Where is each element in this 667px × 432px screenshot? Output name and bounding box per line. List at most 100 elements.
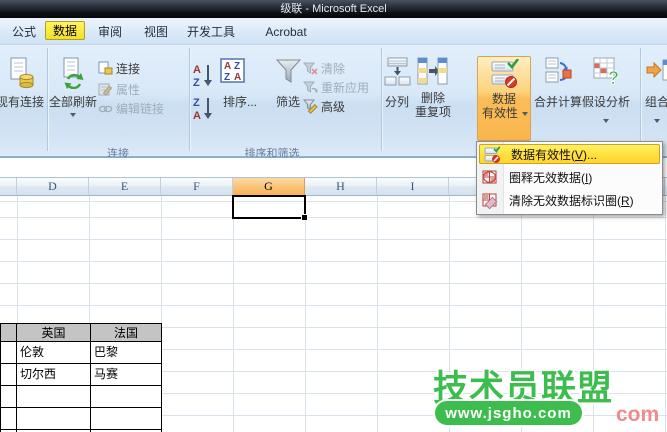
tab-developer[interactable]: 开发工具 [182, 23, 240, 41]
remove-duplicates-icon [417, 57, 448, 85]
edit-links-button[interactable]: 编辑链接 [98, 100, 164, 116]
sort-descending-icon[interactable]: Z A [191, 95, 215, 120]
text-to-columns-button[interactable]: 分列 [385, 96, 409, 109]
data-validation-label-line2: 有效性 [481, 106, 518, 120]
tab-view[interactable]: 视图 [138, 23, 174, 41]
table-row [0, 408, 162, 430]
table-header-uk[interactable]: 英国 [16, 323, 90, 342]
column-header-f[interactable]: F [161, 178, 233, 195]
watermark-ghost-text: com [616, 403, 660, 426]
table-row [0, 386, 162, 408]
group-separator [640, 48, 642, 151]
table-cell[interactable] [0, 364, 16, 386]
table-row: 伦敦 巴黎 [0, 342, 162, 364]
reapply-filter-icon [303, 81, 318, 93]
svg-text:A: A [234, 72, 241, 83]
data-validation-dropdown-arrow[interactable] [522, 112, 528, 116]
table-header-cell[interactable] [0, 323, 16, 342]
menu-item-clear-validation-circles[interactable]: 清除无效数据标识圈(R) [478, 189, 661, 212]
data-validation-menu: 数据有效性(V)... 圈释无效数据(I) 清除无效数据标识圈(R) [476, 141, 663, 215]
reapply-filter-label: 重新应用 [321, 80, 370, 95]
edit-links-icon [98, 105, 113, 112]
excel-window: 级联 - Microsoft Excel 公式 数据 审阅 视图 开发工具 Ac… [0, 0, 667, 432]
menu-item-data-validation[interactable]: 数据有效性(V)... [479, 144, 660, 164]
group-dropdown-arrow[interactable] [654, 119, 660, 123]
reapply-filter-button[interactable]: 重新应用 [303, 79, 369, 95]
text-to-columns-icon [384, 57, 411, 86]
advanced-filter-label: 高级 [321, 99, 346, 114]
properties-label: 属性 [116, 82, 141, 97]
consolidate-icon [545, 57, 572, 83]
table-cell[interactable]: 切尔西 [16, 364, 90, 386]
tab-formulas[interactable]: 公式 [6, 23, 42, 41]
remove-duplicates-button[interactable]: 删除 [420, 92, 446, 105]
what-if-analysis-button[interactable]: 假设分析 [581, 96, 631, 109]
table-row: 切尔西 马赛 [0, 364, 162, 386]
tab-acrobat[interactable]: Acrobat [258, 23, 314, 41]
table-cell[interactable]: 马赛 [90, 364, 162, 386]
filter-button[interactable]: 筛选 [276, 96, 300, 109]
data-validation-label-line1: 数据 [491, 92, 516, 106]
circle-invalid-data-icon [482, 170, 497, 184]
table-cell[interactable] [16, 408, 90, 430]
column-header-d[interactable]: D [17, 178, 89, 195]
table-cell[interactable]: 伦敦 [16, 342, 90, 364]
svg-text:A: A [193, 64, 201, 76]
group-button[interactable]: 组合 [644, 96, 667, 109]
advanced-filter-icon [303, 99, 318, 114]
svg-text:Z: Z [224, 72, 230, 83]
connections-icon [98, 61, 113, 74]
consolidate-button[interactable]: 合并计算 [533, 96, 583, 109]
svg-text:A: A [193, 110, 201, 120]
svg-text:Z: Z [193, 77, 200, 87]
connections-label: 连接 [116, 61, 141, 76]
table-cell[interactable] [0, 342, 16, 364]
column-header-partial[interactable] [0, 178, 17, 195]
sort-button[interactable]: 排序... [214, 96, 266, 109]
column-header-i[interactable]: I [377, 178, 449, 195]
properties-icon [98, 83, 113, 96]
menu-item-circle-invalid-data[interactable]: 圈释无效数据(I) [478, 166, 661, 189]
what-if-analysis-icon: ? [593, 57, 619, 86]
refresh-all-dropdown-arrow[interactable] [70, 113, 76, 117]
menu-item-label: 数据有效性(V)... [511, 147, 598, 162]
remove-duplicates-button-line2[interactable]: 重复项 [414, 106, 452, 119]
table-header-row: 英国 法国 [0, 323, 162, 342]
filter-funnel-icon [275, 59, 302, 83]
data-table: 英国 法国 伦敦 巴黎 切尔西 马赛 [0, 323, 162, 432]
table-cell[interactable] [0, 408, 16, 430]
existing-connections-icon [10, 57, 34, 89]
table-cell[interactable] [16, 386, 90, 408]
table-header-france[interactable]: 法国 [90, 323, 162, 342]
data-validation-button[interactable]: 数据 有效性 [477, 56, 531, 141]
data-validation-icon [491, 59, 519, 88]
ribbon-tab-row: 公式 数据 审阅 视图 开发工具 Acrobat [0, 18, 667, 45]
group-separator [381, 48, 383, 151]
data-validation-menu-icon [484, 145, 501, 163]
clear-filter-button[interactable]: 清除 [303, 60, 345, 76]
table-cell[interactable] [90, 408, 162, 430]
advanced-filter-button[interactable]: 高级 [303, 98, 345, 114]
selected-cell[interactable] [232, 195, 308, 221]
tab-data[interactable]: 数据 [45, 21, 85, 40]
sort-ascending-icon[interactable]: A Z [191, 62, 215, 87]
column-header-h[interactable]: H [305, 178, 377, 195]
what-if-dropdown-arrow[interactable] [603, 119, 609, 123]
svg-text:?: ? [608, 68, 619, 86]
sort-dialog-icon: A Z Z A [220, 58, 245, 83]
edit-links-label: 编辑链接 [116, 101, 165, 116]
fill-handle[interactable] [301, 214, 308, 221]
column-header-e[interactable]: E [89, 178, 161, 195]
existing-connections-button[interactable]: 现有连接 [0, 96, 56, 109]
refresh-all-button[interactable]: 全部刷新 [49, 96, 97, 109]
connections-button[interactable]: 连接 [98, 60, 140, 76]
menu-item-label: 圈释无效数据(I) [509, 171, 593, 185]
column-header-g-selected[interactable]: G [233, 178, 305, 195]
clear-filter-label: 清除 [321, 61, 346, 76]
table-cell[interactable] [90, 386, 162, 408]
tab-review[interactable]: 审阅 [92, 23, 128, 41]
table-cell[interactable] [0, 386, 16, 408]
table-cell[interactable]: 巴黎 [90, 342, 162, 364]
menu-item-label: 清除无效数据标识圈(R) [509, 194, 634, 208]
properties-button[interactable]: 属性 [98, 81, 140, 97]
